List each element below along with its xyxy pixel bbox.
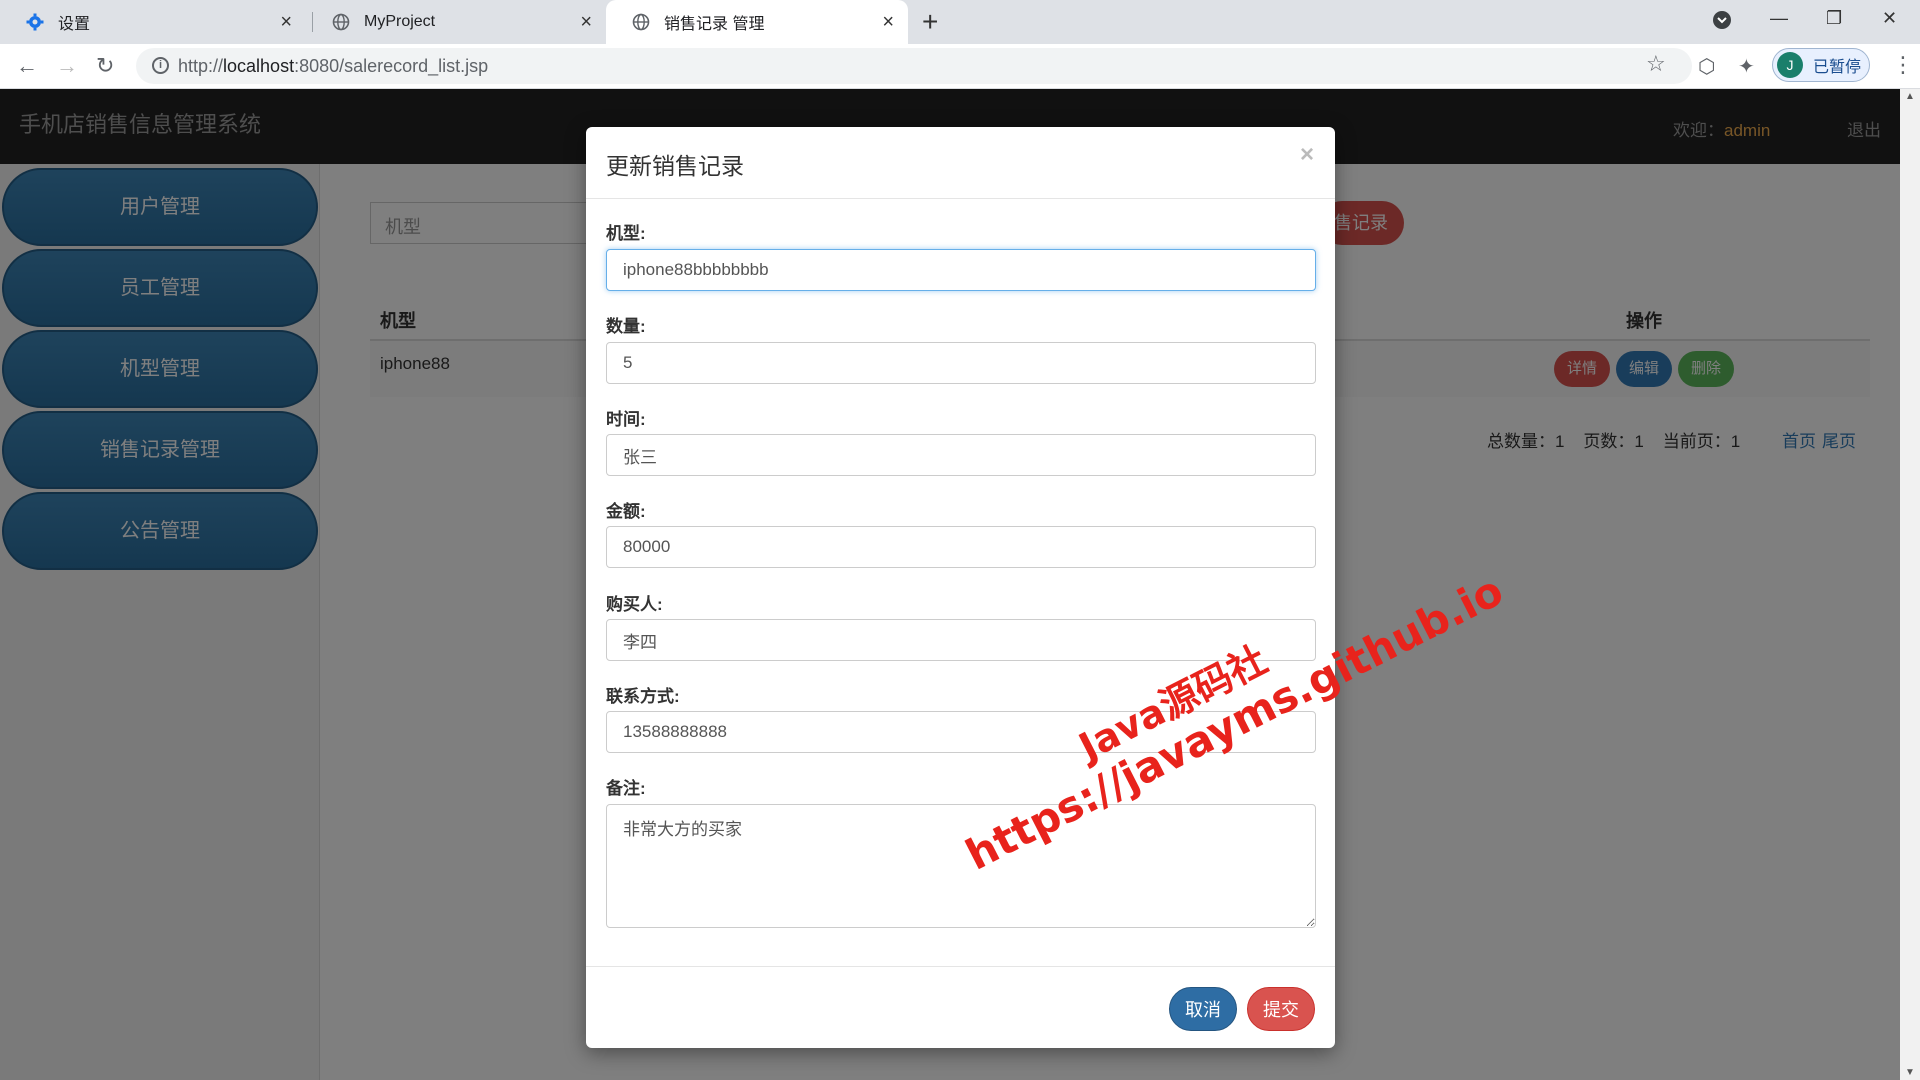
puzzle-icon[interactable]: ✦	[1738, 54, 1755, 79]
window-close-icon[interactable]: ✕	[1882, 8, 1897, 29]
tab-title: 销售记录 管理	[664, 16, 765, 33]
globe-icon	[632, 13, 650, 31]
scroll-up-icon[interactable]: ▲	[1905, 91, 1915, 102]
address-bar[interactable]: i http://localhost:8080/salerecord_list.…	[136, 48, 1692, 84]
bookmark-star-icon[interactable]: ☆	[1646, 51, 1666, 77]
field-label-quantity: 数量:	[606, 317, 646, 336]
close-icon[interactable]: ×	[1300, 141, 1314, 169]
quantity-input[interactable]	[606, 342, 1316, 384]
scroll-down-icon[interactable]: ▼	[1905, 1067, 1915, 1078]
tab-title: MyProject	[364, 13, 436, 30]
restore-icon[interactable]: ❐	[1826, 8, 1842, 29]
minimize-icon[interactable]: —	[1770, 8, 1788, 29]
field-label-remark: 备注:	[606, 779, 646, 798]
remark-textarea[interactable]: 非常大方的买家	[606, 804, 1316, 928]
back-icon[interactable]: ←	[16, 52, 38, 80]
profile-button[interactable]: J 已暂停	[1772, 48, 1870, 82]
time-input[interactable]	[606, 434, 1316, 476]
extension-icon[interactable]: ⬡	[1698, 54, 1715, 79]
tab-salerecord[interactable]: 销售记录 管理 ×	[606, 0, 908, 44]
reload-icon[interactable]: ↻	[96, 52, 114, 80]
avatar: J	[1777, 52, 1803, 78]
browser-tab-bar: 设置 × MyProject × 销售记录 管理 × + — ❐ ✕	[0, 0, 1920, 44]
scrollbar[interactable]: ▲ ▼	[1900, 89, 1920, 1080]
model-input[interactable]	[606, 249, 1316, 291]
field-label-time: 时间:	[606, 410, 646, 429]
site-info-icon[interactable]: i	[152, 57, 169, 74]
menu-icon[interactable]: ⋮	[1892, 52, 1914, 78]
field-label-amount: 金额:	[606, 502, 646, 521]
field-label-buyer: 购买人:	[606, 595, 663, 614]
field-label-contact: 联系方式:	[606, 687, 680, 706]
submit-button[interactable]: 提交	[1247, 987, 1315, 1031]
new-tab-icon[interactable]: +	[922, 6, 938, 38]
modal-header: 更新销售记录 ×	[586, 127, 1335, 199]
modal-footer-divider	[586, 966, 1335, 967]
field-label-model: 机型:	[606, 224, 646, 243]
cancel-button[interactable]: 取消	[1169, 987, 1237, 1031]
url-text: http://localhost:8080/salerecord_list.js…	[178, 56, 489, 76]
update-record-modal: 更新销售记录 × 机型: 数量: 时间: 金额: 购买人: 联系方式: 备注: …	[586, 127, 1335, 1048]
tab-title: 设置	[58, 16, 91, 33]
close-icon[interactable]: ×	[882, 12, 894, 32]
gear-icon	[26, 13, 44, 31]
close-icon[interactable]: ×	[280, 12, 292, 32]
modal-title: 更新销售记录	[606, 153, 744, 179]
forward-icon[interactable]: →	[56, 52, 78, 80]
tab-myproject[interactable]: MyProject ×	[306, 0, 606, 44]
tab-settings[interactable]: 设置 ×	[0, 0, 306, 44]
globe-icon	[332, 13, 350, 31]
browser-toolbar: ← → ↻ i http://localhost:8080/salerecord…	[0, 44, 1920, 89]
tab-search-icon[interactable]	[1712, 10, 1732, 35]
amount-input[interactable]	[606, 526, 1316, 568]
profile-status: 已暂停	[1813, 59, 1862, 76]
close-icon[interactable]: ×	[580, 12, 592, 32]
